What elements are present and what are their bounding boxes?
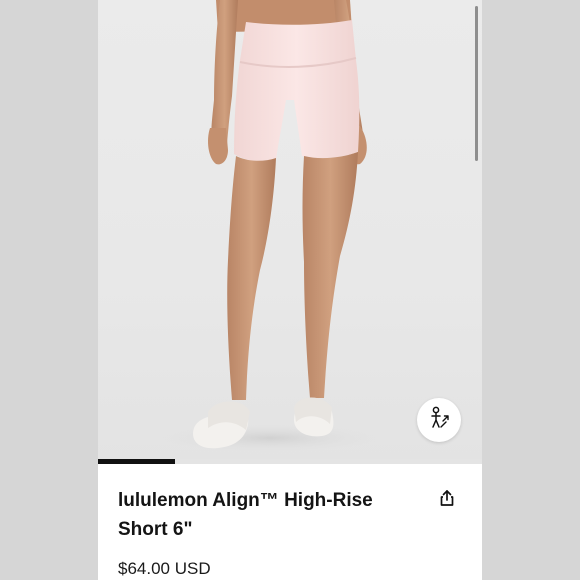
scroll-indicator[interactable]	[475, 6, 478, 161]
product-title: lululemon Align™ High-Rise Short 6"	[118, 490, 373, 540]
product-price: $64.00 USD	[118, 559, 211, 578]
virtual-try-on-button[interactable]	[417, 398, 461, 442]
photo-frame: lululemon Align™ High-Rise Short 6" $64.…	[0, 0, 580, 580]
phone-screen: lululemon Align™ High-Rise Short 6" $64.…	[98, 0, 482, 580]
virtual-try-on-icon	[426, 405, 452, 436]
share-icon	[438, 489, 456, 512]
product-photo	[150, 0, 390, 454]
product-info: lululemon Align™ High-Rise Short 6" $64.…	[98, 464, 482, 580]
product-image[interactable]	[98, 0, 482, 462]
share-button[interactable]	[436, 489, 458, 511]
